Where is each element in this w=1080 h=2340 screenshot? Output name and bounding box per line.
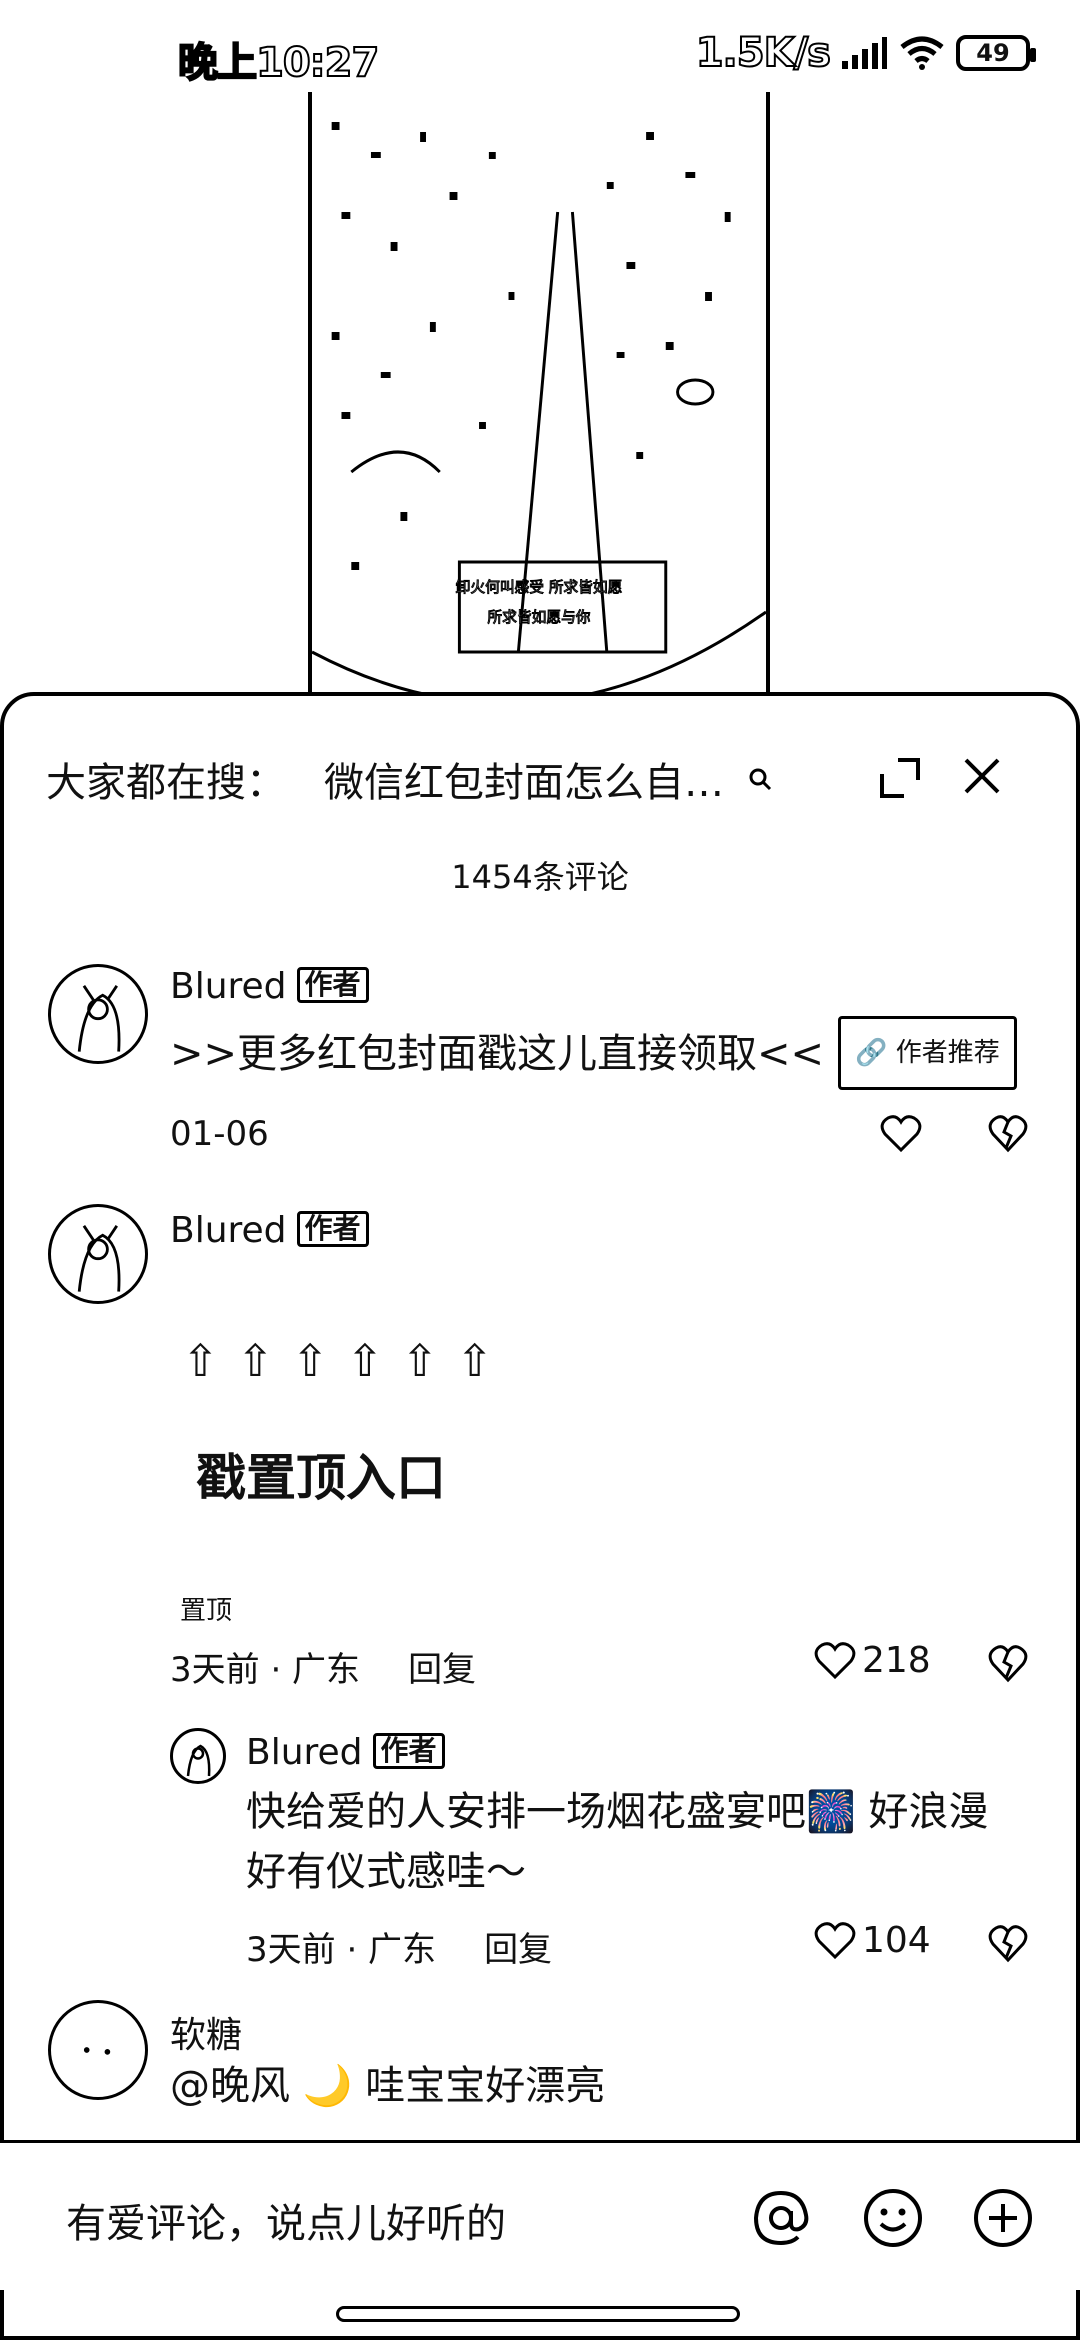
like-count: 218 xyxy=(862,1640,931,1681)
avatar-image xyxy=(52,1208,144,1300)
avatar-image xyxy=(52,2004,144,2096)
avatar[interactable] xyxy=(48,1204,148,1304)
avatar-image xyxy=(174,1732,222,1780)
at-icon[interactable] xyxy=(750,2187,812,2249)
broken-heart-icon[interactable] xyxy=(988,1924,1028,1964)
close-icon[interactable] xyxy=(960,754,1004,798)
username-text: Blured xyxy=(170,966,287,1007)
broken-heart-icon[interactable] xyxy=(988,1644,1028,1684)
video-caption-line1: 卸火何叫感受 所求皆如愿 xyxy=(456,578,623,596)
comment-meta: 3天前 · 广东 回复 xyxy=(170,1642,476,1691)
time-location: 3天前 · 广东 xyxy=(246,1930,437,1970)
username-text: Blured xyxy=(170,1210,287,1251)
plus-icon[interactable] xyxy=(972,2187,1034,2249)
comment-username[interactable]: 软糖 xyxy=(170,2006,242,2058)
avatar[interactable] xyxy=(48,2000,148,2100)
comment-date: 01-06 xyxy=(170,1114,269,1154)
comment-username[interactable]: Blured 作者 xyxy=(170,1210,369,1251)
comment-input[interactable]: 有爱评论，说点儿好听的 xyxy=(66,2191,506,2249)
arrow-row: ⇧ ⇧ ⇧ ⇧ ⇧ ⇧ xyxy=(182,1336,496,1387)
heart-icon xyxy=(814,1641,856,1679)
battery-level: 49 xyxy=(976,39,1010,67)
cellular-signal-icon xyxy=(842,37,887,69)
avatar-image xyxy=(52,968,144,1060)
comment-body: >>更多红包封面戳这儿直接领取<< xyxy=(170,1031,825,1077)
username-text: Blured xyxy=(246,1732,363,1773)
reply-text-line2: 好有仪式感哇～ xyxy=(246,1849,526,1895)
emoji-icon[interactable] xyxy=(862,2187,924,2249)
search-prefix: 大家都在搜： xyxy=(46,760,286,806)
reply-text-line1: 快给爱的人安排一场烟花盛宴吧🎆 好浪漫 xyxy=(246,1789,989,1835)
pinned-label: 置顶 xyxy=(180,1596,233,1626)
author-badge: 作者 xyxy=(296,1211,369,1247)
author-recommend-button[interactable]: 🔗 作者推荐 xyxy=(838,1016,1017,1090)
author-badge: 作者 xyxy=(372,1733,445,1769)
comment-text[interactable]: >>更多红包封面戳这儿直接领取<< 🔗 作者推荐 xyxy=(170,1016,1017,1090)
like-button[interactable]: 104 xyxy=(814,1920,931,1961)
reply-text[interactable]: 快给爱的人安排一场烟花盛宴吧🎆 好浪漫 好有仪式感哇～ xyxy=(246,1782,989,1902)
heart-icon[interactable] xyxy=(880,1114,922,1154)
heart-icon xyxy=(814,1921,856,1959)
like-button[interactable]: 218 xyxy=(814,1640,931,1681)
battery-icon: 49 xyxy=(956,35,1036,71)
comment-count: 1454条评论 xyxy=(451,858,629,896)
reply-username[interactable]: Blured 作者 xyxy=(246,1732,445,1773)
search-suggestion[interactable]: 微信红包封面怎么自… xyxy=(324,750,724,808)
reply-meta: 3天前 · 广东 回复 xyxy=(246,1922,552,1971)
author-badge: 作者 xyxy=(296,967,369,1003)
expand-icon[interactable] xyxy=(878,756,922,800)
home-indicator[interactable] xyxy=(336,2306,740,2322)
pinned-entry-title[interactable]: 戳置顶入口 xyxy=(196,1438,446,1510)
status-bar: 晚上10:27 1.5K/s 49 xyxy=(0,0,1080,92)
reply-button[interactable]: 回复 xyxy=(408,1650,476,1690)
network-speed: 1.5K/s xyxy=(695,29,832,77)
time-location: 3天前 · 广东 xyxy=(170,1650,361,1690)
video-area[interactable]: 卸火何叫感受 所求皆如愿 所求皆如愿与你 xyxy=(0,92,1080,702)
like-count: 104 xyxy=(862,1920,931,1961)
video-thumbnail: 卸火何叫感受 所求皆如愿 所求皆如愿与你 xyxy=(312,92,766,702)
search-icon[interactable] xyxy=(746,765,774,793)
broken-heart-icon[interactable] xyxy=(988,1114,1028,1154)
wifi-icon xyxy=(900,36,944,70)
search-suggestion-row[interactable]: 大家都在搜： 微信红包封面怎么自… xyxy=(46,744,1046,814)
comment-sheet: 大家都在搜： 微信红包封面怎么自… 1454条评论 Blured 作者 >>更多红… xyxy=(0,692,1080,2340)
status-time: 晚上10:27 xyxy=(177,39,380,87)
avatar[interactable] xyxy=(170,1728,226,1784)
comment-username[interactable]: Blured 作者 xyxy=(170,966,369,1007)
avatar[interactable] xyxy=(48,964,148,1064)
status-icons: 1.5K/s 49 xyxy=(695,29,1036,77)
reply-button[interactable]: 回复 xyxy=(484,1930,552,1970)
comment-input-bar: 有爱评论，说点儿好听的 xyxy=(0,2140,1080,2290)
comment-text[interactable]: @晚风 🌙 哇宝宝好漂亮 xyxy=(170,2056,605,2116)
video-caption-line2: 所求皆如愿与你 xyxy=(487,608,590,626)
video-frame[interactable]: 卸火何叫感受 所求皆如愿 所求皆如愿与你 xyxy=(308,92,770,702)
